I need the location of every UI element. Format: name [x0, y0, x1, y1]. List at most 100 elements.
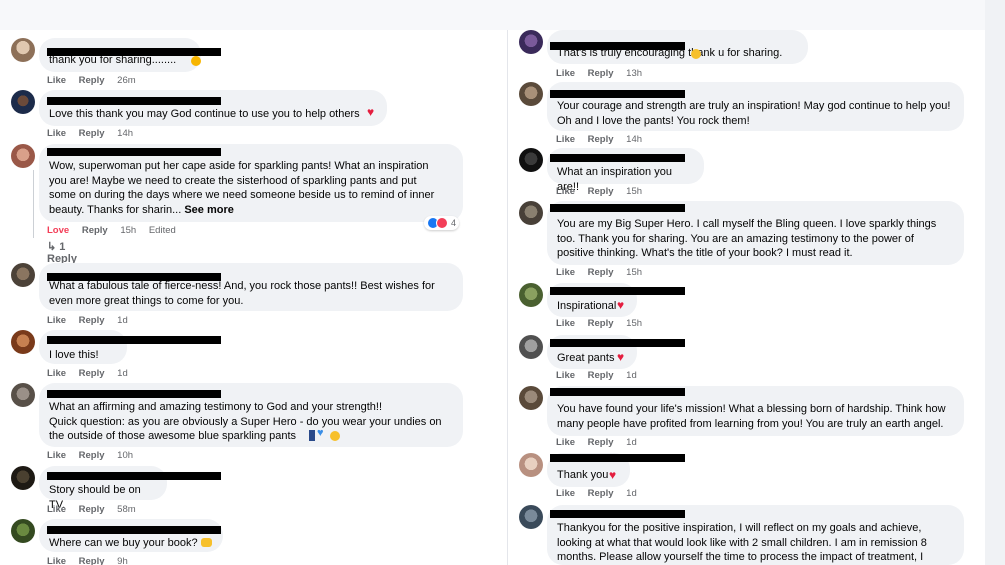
timestamp[interactable]: 13h [626, 68, 642, 79]
avatar[interactable] [519, 505, 543, 529]
reply-button[interactable]: Reply [79, 556, 105, 565]
reaction-summary[interactable]: 4 [424, 216, 460, 230]
comment-actions: Like Reply 1d [556, 488, 647, 499]
avatar[interactable] [11, 330, 35, 354]
pants-emoji-icon [309, 430, 315, 441]
comment-actions: Like Reply 1d [47, 368, 138, 379]
like-button[interactable]: Like [47, 75, 66, 86]
comment-actions: Like Reply 14h [556, 134, 652, 145]
timestamp[interactable]: 1d [626, 437, 637, 448]
redacted-name [550, 90, 685, 98]
reply-button[interactable]: Reply [79, 75, 105, 86]
avatar[interactable] [519, 453, 543, 477]
reply-button[interactable]: Reply [588, 68, 614, 79]
comment-actions: Like Reply 15h [556, 267, 652, 278]
reply-button[interactable]: Reply [82, 225, 108, 236]
avatar[interactable] [519, 30, 543, 54]
reply-button[interactable]: Reply [79, 450, 105, 461]
reply-button[interactable]: Reply [588, 186, 614, 197]
avatar[interactable] [11, 144, 35, 168]
avatar[interactable] [11, 383, 35, 407]
reply-button[interactable]: Reply [588, 267, 614, 278]
redacted-name [550, 388, 685, 396]
like-button[interactable]: Like [556, 267, 575, 278]
redacted-name [550, 204, 685, 212]
avatar[interactable] [519, 283, 543, 307]
like-button[interactable]: Like [47, 315, 66, 326]
love-button[interactable]: Love [47, 225, 69, 236]
comment-text: I love this! [49, 349, 99, 361]
timestamp[interactable]: 15h [626, 267, 642, 278]
avatar[interactable] [519, 82, 543, 106]
laughing-emoji-icon [330, 431, 340, 441]
like-button[interactable]: Like [47, 556, 66, 565]
reply-button[interactable]: Reply [588, 318, 614, 329]
scrollbar-track[interactable] [985, 0, 1005, 565]
like-button[interactable]: Like [556, 437, 575, 448]
timestamp[interactable]: 1d [117, 368, 128, 379]
avatar[interactable] [11, 519, 35, 543]
heart-emoji-icon: ♥ [617, 350, 625, 364]
hearts-emoji-icon [191, 56, 201, 66]
avatar[interactable] [11, 263, 35, 287]
like-button[interactable]: Like [556, 488, 575, 499]
avatar[interactable] [519, 201, 543, 225]
comment-actions: Like Reply 26m [47, 75, 146, 86]
top-strip [0, 0, 1005, 30]
see-more-link[interactable]: See more [184, 204, 234, 216]
redacted-name [550, 339, 685, 347]
timestamp[interactable]: 15h [120, 225, 136, 236]
comment-actions: Like Reply 15h [556, 318, 652, 329]
timestamp[interactable]: 1d [117, 315, 128, 326]
praying-hands-emoji-icon [201, 538, 212, 547]
avatar[interactable] [519, 386, 543, 410]
redacted-name [550, 42, 685, 50]
like-button[interactable]: Like [556, 134, 575, 145]
reply-button[interactable]: Reply [588, 488, 614, 499]
timestamp[interactable]: 15h [626, 186, 642, 197]
avatar[interactable] [519, 148, 543, 172]
comment-actions: Like Reply 1d [47, 315, 138, 326]
redacted-name [47, 390, 221, 398]
avatar[interactable] [11, 466, 35, 490]
like-button[interactable]: Like [556, 186, 575, 197]
timestamp[interactable]: 1d [626, 370, 637, 381]
like-button[interactable]: Like [47, 128, 66, 139]
like-button[interactable]: Like [47, 368, 66, 379]
reply-button[interactable]: Reply [588, 134, 614, 145]
comment-actions: Like Reply 58m [47, 504, 146, 515]
edited-label: Edited [148, 225, 176, 236]
timestamp[interactable]: 9h [117, 556, 128, 565]
avatar[interactable] [519, 335, 543, 359]
reply-button[interactable]: Reply [79, 504, 105, 515]
redacted-name [550, 454, 685, 462]
avatar[interactable] [11, 38, 35, 62]
view-replies-link[interactable]: ↳ 1 Reply [47, 240, 77, 265]
heart-emoji-icon: ♥ [609, 468, 617, 482]
reaction-count: 4 [451, 218, 457, 228]
comment-text: What a fabulous tale of fierce-ness! And… [49, 280, 435, 307]
like-button[interactable]: Like [556, 68, 575, 79]
timestamp[interactable]: 10h [117, 450, 133, 461]
timestamp[interactable]: 26m [117, 75, 135, 86]
redacted-name [47, 273, 221, 281]
love-reaction-icon [436, 217, 448, 229]
timestamp[interactable]: 1d [626, 488, 637, 499]
heart-emoji-icon: ♥ [617, 298, 625, 312]
reply-button[interactable]: Reply [79, 368, 105, 379]
reply-button[interactable]: Reply [588, 437, 614, 448]
like-button[interactable]: Like [556, 370, 575, 381]
like-button[interactable]: Like [556, 318, 575, 329]
reply-button[interactable]: Reply [79, 315, 105, 326]
redacted-name [47, 97, 221, 105]
like-button[interactable]: Like [47, 450, 66, 461]
like-button[interactable]: Like [47, 504, 66, 515]
timestamp[interactable]: 14h [626, 134, 642, 145]
comment-text: Wow, superwoman put her cape aside for s… [49, 160, 435, 216]
timestamp[interactable]: 58m [117, 504, 135, 515]
timestamp[interactable]: 14h [117, 128, 133, 139]
timestamp[interactable]: 15h [626, 318, 642, 329]
reply-button[interactable]: Reply [588, 370, 614, 381]
avatar[interactable] [11, 90, 35, 114]
reply-button[interactable]: Reply [79, 128, 105, 139]
